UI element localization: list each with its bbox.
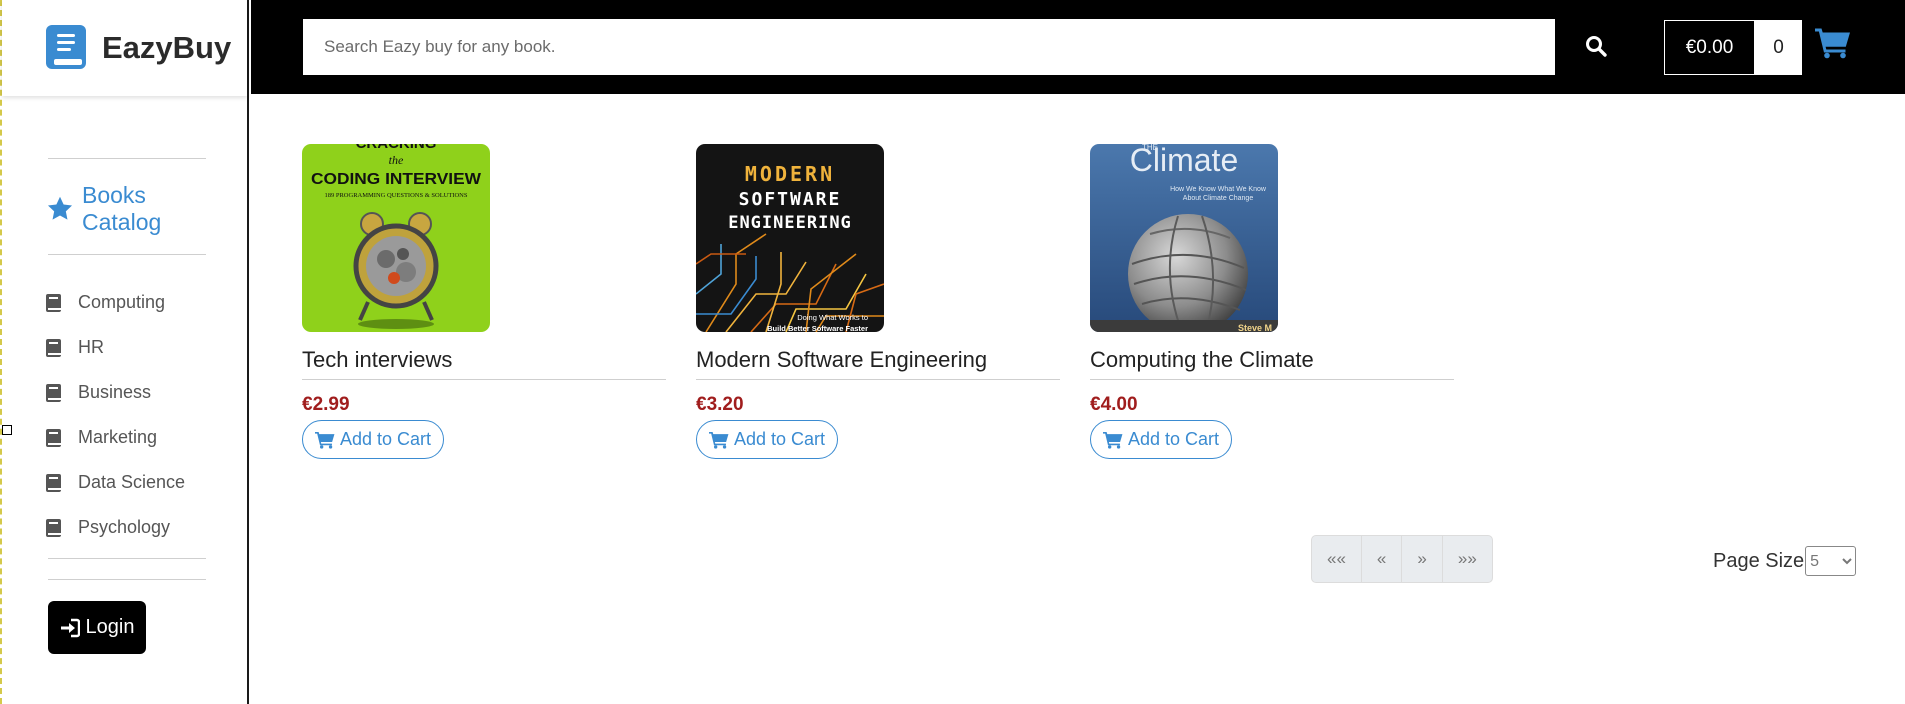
search-input[interactable] (303, 19, 1555, 75)
category-list: Computing HR Business Marketing Data Sci… (46, 280, 185, 550)
sign-in-icon (60, 618, 80, 637)
book-logo-icon (46, 25, 86, 69)
sidebar-item-business[interactable]: Business (46, 370, 185, 415)
last-page-button[interactable]: »» (1443, 536, 1492, 582)
books-catalog-link[interactable]: Books Catalog (46, 182, 192, 236)
page-size-control: Page Size 5 (1713, 546, 1857, 576)
cover-text: Doing What Works to (797, 313, 868, 322)
product-title[interactable]: Modern Software Engineering (696, 347, 1060, 380)
brand-name: EazyBuy (102, 30, 232, 65)
book-cover-image: THE Climate How We Know What We Know Abo… (1090, 144, 1278, 332)
sidebar: EazyBuy Books Catalog Computing HR Busin… (0, 0, 249, 704)
product-title[interactable]: Computing the Climate (1090, 347, 1454, 380)
add-to-cart-button[interactable]: Add to Cart (302, 420, 445, 459)
book-cover[interactable]: MODERN SOFTWARE ENGINEERING Doing What W… (696, 144, 884, 332)
book-icon (46, 428, 61, 447)
brand-header[interactable]: EazyBuy (2, 0, 247, 96)
book-icon (46, 518, 61, 537)
category-label: Psychology (78, 517, 171, 537)
add-to-cart-label: Add to Cart (340, 429, 432, 449)
star-icon (47, 196, 73, 220)
cover-text: About Climate Change (1183, 195, 1254, 202)
next-page-button[interactable]: » (1402, 536, 1443, 582)
search-icon (1586, 35, 1607, 57)
category-label: Marketing (78, 427, 158, 447)
add-to-cart-button[interactable]: Add to Cart (1090, 420, 1233, 459)
book-cover-image: MODERN SOFTWARE ENGINEERING Doing What W… (696, 144, 884, 332)
sidebar-item-computing[interactable]: Computing (46, 280, 185, 325)
book-cover-image: CRACKING the CODING INTERVIEW 189 PROGRA… (302, 144, 490, 332)
product-card: THE Climate How We Know What We Know Abo… (1090, 144, 1454, 459)
sidebar-item-psychology[interactable]: Psychology (46, 505, 185, 550)
sidebar-item-data-science[interactable]: Data Science (46, 460, 185, 505)
product-price: €2.99 (302, 394, 350, 415)
product-price: €4.00 (1090, 394, 1138, 415)
product-title[interactable]: Tech interviews (302, 347, 666, 380)
add-to-cart-label: Add to Cart (1128, 429, 1220, 449)
cart-count: 0 (1755, 20, 1802, 75)
cover-text: Steve M (1238, 323, 1272, 332)
sidebar-divider (48, 558, 206, 559)
add-to-cart-label: Add to Cart (734, 429, 826, 449)
sidebar-item-marketing[interactable]: Marketing (46, 415, 185, 460)
cover-text: Climate (1130, 144, 1238, 178)
product-card: MODERN SOFTWARE ENGINEERING Doing What W… (696, 144, 1060, 459)
book-cover[interactable]: CRACKING the CODING INTERVIEW 189 PROGRA… (302, 144, 490, 332)
category-label: HR (78, 337, 104, 357)
top-bar: €0.00 0 (251, 0, 1905, 94)
pagination: «« « » »» (1311, 535, 1493, 583)
page-size-select[interactable]: 5 (1805, 546, 1857, 576)
sidebar-divider (48, 579, 206, 580)
login-button[interactable]: Login (48, 601, 146, 654)
category-label: Business (78, 382, 152, 402)
cover-text: 189 PROGRAMMING QUESTIONS & SOLUTIONS (324, 192, 467, 199)
shopping-cart-icon[interactable] (1815, 27, 1851, 59)
cover-text: ENGINEERING (728, 213, 852, 233)
cover-text: CRACKING (356, 144, 437, 152)
cover-text: SOFTWARE (739, 189, 842, 210)
cover-text: CODING INTERVIEW (311, 171, 482, 188)
cart-total: €0.00 (1664, 20, 1755, 75)
category-label: Data Science (78, 472, 186, 492)
cover-text: Build Better Software Faster (767, 324, 868, 332)
login-label: Login (85, 616, 135, 638)
product-price: €3.20 (696, 394, 744, 415)
category-label: Computing (78, 292, 166, 312)
previous-page-button[interactable]: « (1362, 536, 1403, 582)
book-icon (46, 473, 61, 492)
sidebar-item-hr[interactable]: HR (46, 325, 185, 370)
cover-text: How We Know What We Know (1170, 186, 1267, 193)
product-card: CRACKING the CODING INTERVIEW 189 PROGRA… (302, 144, 666, 459)
book-cover[interactable]: THE Climate How We Know What We Know Abo… (1090, 144, 1278, 332)
sidebar-divider (48, 158, 206, 159)
cover-text: MODERN (745, 162, 835, 186)
add-to-cart-button[interactable]: Add to Cart (696, 420, 839, 459)
sidebar-divider (48, 254, 206, 255)
cover-text: the (389, 153, 404, 167)
cart-icon (315, 431, 335, 449)
books-catalog-label: Books Catalog (82, 182, 162, 235)
page-size-label: Page Size (1713, 549, 1805, 572)
cart-icon (709, 431, 729, 449)
book-icon (46, 338, 61, 357)
search-button[interactable] (1579, 30, 1613, 64)
first-page-button[interactable]: «« (1312, 536, 1362, 582)
book-icon (46, 383, 61, 402)
book-icon (46, 293, 61, 312)
cart-icon (1103, 431, 1123, 449)
resize-handle[interactable] (2, 425, 12, 435)
